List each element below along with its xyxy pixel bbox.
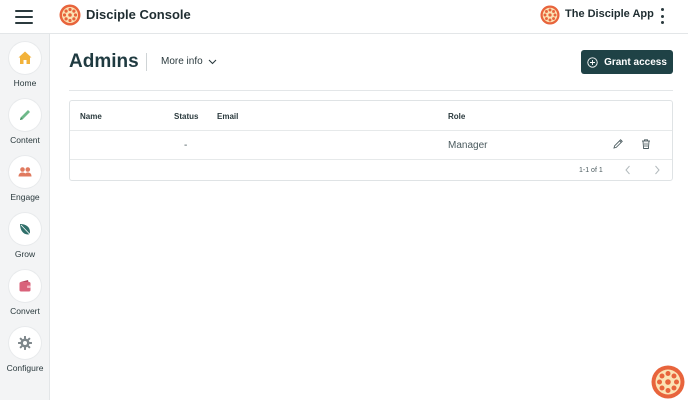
cell-role: Manager [448,140,488,151]
gear-icon [18,336,32,350]
sidebar-item-label: Content [10,135,40,145]
sidebar: Home Content Engage Grow Convert Configu… [0,34,50,400]
more-info-dropdown[interactable]: More info [161,56,217,67]
row-divider [70,159,672,160]
home-icon [18,51,32,64]
sidebar-item-label: Convert [10,306,40,316]
trash-icon[interactable] [640,138,652,150]
nav-circle [9,156,41,188]
menu-icon[interactable] [15,10,33,24]
app-name[interactable]: The Disciple App [565,8,654,20]
disciple-logo-icon [59,4,81,26]
nav-circle [9,42,41,74]
help-launcher-icon[interactable] [651,365,685,399]
sidebar-item-engage[interactable]: Engage [0,156,50,210]
nav-circle [9,99,41,131]
plus-circle-icon [587,56,598,68]
sidebar-item-label: Grow [14,249,36,259]
more-info-label: More info [161,56,203,67]
nav-circle [9,270,41,302]
sidebar-item-content[interactable]: Content [0,99,50,153]
edit-icon[interactable] [612,138,624,150]
row-divider [70,130,672,131]
sidebar-item-grow[interactable]: Grow [0,213,50,267]
sidebar-item-label: Configure [6,363,44,373]
nav-circle [9,327,41,359]
sidebar-item-home[interactable]: Home [0,42,50,96]
sidebar-item-label: Engage [10,192,40,202]
cell-status: - [184,140,188,151]
grant-access-label: Grant access [604,56,667,68]
pencil-icon [20,110,30,120]
wallet-icon [19,280,31,292]
nav-circle [9,213,41,245]
header-divider [69,90,673,91]
column-header-status[interactable]: Status [174,112,198,121]
title-divider [146,53,147,71]
leaf-icon [20,224,30,235]
more-options-icon[interactable] [658,8,666,24]
column-header-email[interactable]: Email [217,112,238,121]
top-bar: Disciple Console The Disciple App [0,0,688,34]
sidebar-item-configure[interactable]: Configure [0,327,50,381]
grant-access-button[interactable]: Grant access [581,50,673,74]
chevron-left-icon[interactable] [623,164,633,176]
pagination-text: 1-1 of 1 [579,167,603,174]
app-logo-icon[interactable] [540,5,560,25]
column-header-name[interactable]: Name [80,112,102,121]
brand-title: Disciple Console [86,7,191,22]
sidebar-item-convert[interactable]: Convert [0,270,50,324]
page-title: Admins [69,51,139,72]
chevron-down-icon [208,59,217,64]
sidebar-item-label: Home [13,78,37,88]
chevron-right-icon[interactable] [652,164,662,176]
admins-table: Name Status Email Role - Manager 1-1 of … [69,100,673,181]
column-header-role[interactable]: Role [448,112,465,121]
people-icon [18,167,32,177]
